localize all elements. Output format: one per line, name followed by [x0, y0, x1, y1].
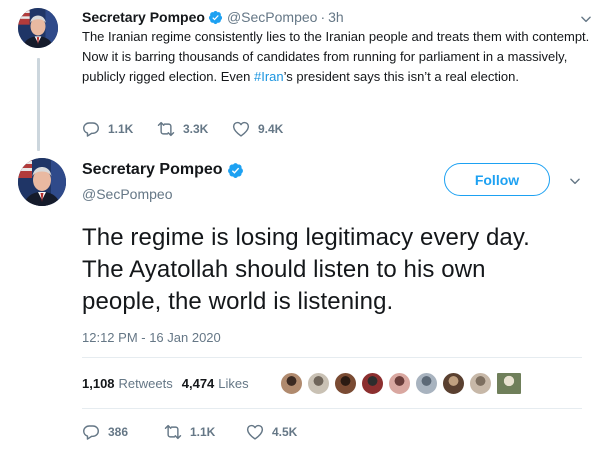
tweet-time[interactable]: 3h — [328, 9, 344, 25]
author-name[interactable]: Secretary Pompeo — [82, 161, 223, 179]
chevron-down-icon[interactable] — [579, 12, 593, 26]
like-icon — [246, 423, 264, 441]
verified-badge-icon — [208, 10, 223, 25]
liker-avatar[interactable] — [469, 372, 492, 395]
like-icon — [232, 120, 250, 138]
avatar[interactable] — [18, 8, 58, 48]
retweet-button[interactable]: 1.1K — [164, 423, 246, 441]
retweets-stat-count: 1,108 — [82, 376, 115, 391]
retweets-stat[interactable]: 1,108 Retweets — [82, 376, 173, 391]
chevron-down-icon[interactable] — [568, 174, 582, 188]
likes-stat[interactable]: 4,474 Likes — [182, 376, 249, 391]
likes-stat-count: 4,474 — [181, 376, 215, 391]
retweet-icon — [157, 120, 175, 138]
author-handle[interactable]: @SecPompeo — [82, 186, 172, 202]
liker-avatars — [280, 372, 526, 395]
liker-avatar[interactable] — [415, 372, 438, 395]
retweet-button[interactable]: 3.3K — [157, 120, 232, 138]
tweet-actions: 386 1.1K 4.5K — [82, 423, 328, 441]
tweet-actions: 1.1K 3.3K 9.4K — [82, 120, 307, 138]
like-button[interactable]: 4.5K — [246, 423, 328, 441]
reply-count: 386 — [108, 425, 129, 439]
author-name-row: Secretary Pompeo — [82, 161, 248, 179]
thread-line — [37, 58, 40, 151]
divider — [82, 357, 582, 358]
separator-dot: · — [320, 9, 326, 25]
reply-button[interactable]: 386 — [82, 423, 164, 441]
retweet-count: 1.1K — [190, 425, 216, 439]
tweet-text-tail: ’s president says this isn’t a real elec… — [283, 69, 519, 84]
tweet-text: The regime is losing legitimacy every da… — [82, 224, 530, 315]
avatar-image — [18, 158, 66, 206]
liker-avatar[interactable] — [496, 372, 522, 395]
follow-button[interactable]: Follow — [444, 163, 550, 196]
divider — [82, 408, 582, 409]
liker-avatar[interactable] — [334, 372, 357, 395]
liker-avatar[interactable] — [388, 372, 411, 395]
retweets-stat-label: Retweets — [118, 376, 173, 391]
reply-button[interactable]: 1.1K — [82, 120, 157, 138]
liker-avatar[interactable] — [280, 372, 303, 395]
retweet-icon — [164, 423, 182, 441]
tweet-stats: 1,108 Retweets 4,474 Likes — [82, 376, 249, 391]
reply-icon — [82, 120, 100, 138]
liker-avatar[interactable] — [307, 372, 330, 395]
tweet-timestamp[interactable]: 12:12 PM - 16 Jan 2020 — [82, 330, 221, 345]
likes-stat-label: Likes — [218, 376, 249, 391]
like-button[interactable]: 9.4K — [232, 120, 307, 138]
avatar[interactable] — [18, 158, 66, 206]
reply-count: 1.1K — [108, 122, 134, 136]
liker-avatar[interactable] — [361, 372, 384, 395]
parent-tweet-header: Secretary Pompeo @SecPompeo · 3h — [82, 8, 595, 26]
author-name[interactable]: Secretary Pompeo — [82, 9, 205, 25]
liker-avatar[interactable] — [442, 372, 465, 395]
tweet-text: The Iranian regime consistently lies to … — [82, 27, 590, 87]
retweet-count: 3.3K — [183, 122, 209, 136]
reply-icon — [82, 423, 100, 441]
hashtag-link[interactable]: #Iran — [254, 69, 284, 84]
author-handle[interactable]: @SecPompeo — [227, 9, 317, 25]
verified-badge-icon — [227, 162, 244, 179]
avatar-image — [18, 8, 58, 48]
like-count: 4.5K — [272, 425, 298, 439]
like-count: 9.4K — [258, 122, 284, 136]
